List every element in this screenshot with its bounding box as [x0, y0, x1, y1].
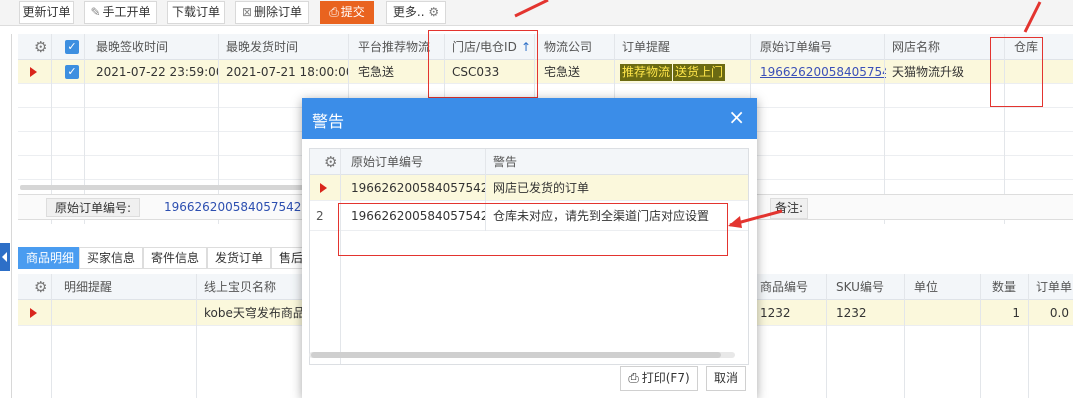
annotation-arrow-head — [728, 216, 742, 228]
dialog-title: 警告 — [312, 112, 345, 131]
annotation-box-warning — [338, 203, 728, 256]
warning-table: ⚙ 原始订单编号 警告 1966262005840575420 网店已发货的订单… — [309, 148, 749, 365]
cancel-button[interactable]: 取消 — [706, 366, 746, 391]
col-warning-message[interactable]: 警告 — [487, 149, 687, 174]
warning-row[interactable]: 1966262005840575420 网店已发货的订单 — [310, 175, 748, 201]
annotation-arrow — [728, 209, 783, 228]
warning-column-settings-icon[interactable]: ⚙ — [318, 149, 342, 174]
print-button[interactable]: ⎙ 打印(F7) — [620, 366, 698, 391]
printer-icon: ⎙ — [628, 371, 639, 386]
scroll-thumb[interactable] — [311, 352, 721, 358]
print-label: 打印(F7) — [641, 371, 690, 385]
warning-message: 网店已发货的订单 — [493, 181, 590, 195]
warning-table-scrollbar[interactable] — [309, 350, 735, 358]
grid-line — [340, 149, 341, 364]
col-warning-order-no[interactable]: 原始订单编号 — [345, 149, 485, 174]
warning-table-header: ⚙ 原始订单编号 警告 — [310, 149, 748, 175]
dialog-header: 警告 × — [302, 98, 757, 139]
warning-order-no: 1966262005840575420 — [351, 181, 485, 195]
current-row-indicator — [320, 183, 327, 193]
close-icon[interactable]: × — [728, 105, 745, 129]
